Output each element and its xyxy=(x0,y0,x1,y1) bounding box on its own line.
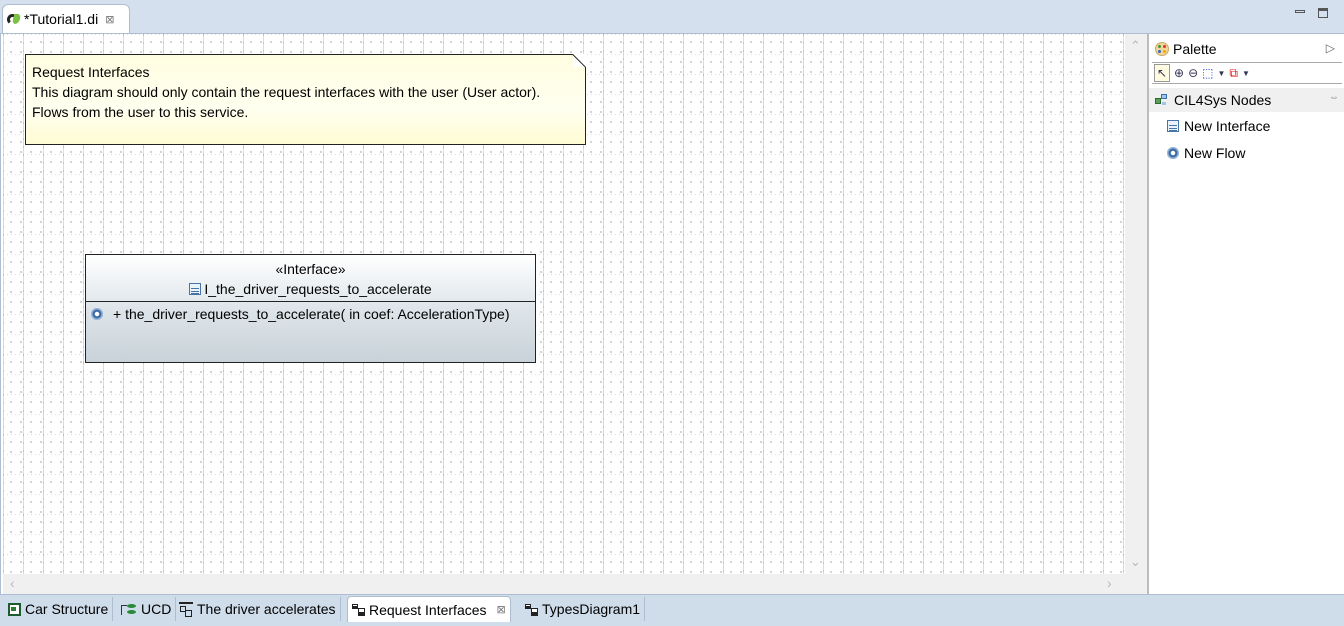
editor-tab-strip: *Tutorial1.di ⊠ xyxy=(0,0,1344,34)
tab-label: UCD xyxy=(141,601,172,617)
close-icon[interactable]: ⊠ xyxy=(105,13,114,26)
interface-name-row: I_the_driver_requests_to_accelerate xyxy=(86,279,535,299)
marquee-tool-icon[interactable]: ⬚ xyxy=(1202,66,1213,80)
activity-icon xyxy=(179,602,193,617)
note-line: Flows from the user to this service. xyxy=(32,104,249,120)
palette-toolbar: ↖ ⊕ ⊖ ⬚ ▼ ⧉ ▼ xyxy=(1152,62,1342,84)
tab-label: Car Structure xyxy=(25,601,109,617)
palette-drawer-cil4sys-nodes[interactable]: CIL4Sys Nodes ⇔ xyxy=(1149,88,1344,112)
select-tool-icon[interactable]: ↖ xyxy=(1154,64,1170,82)
palette-entry-new-interface[interactable]: New Interface xyxy=(1167,115,1270,137)
scroll-up-icon[interactable]: ⌃ xyxy=(1130,38,1141,54)
editor-tab-label: *Tutorial1.di xyxy=(24,11,99,27)
close-icon[interactable]: ⊠ xyxy=(497,603,506,616)
nodes-icon xyxy=(1155,93,1168,107)
interface-stereotype: «Interface» xyxy=(275,261,346,277)
minimize-icon xyxy=(1295,9,1305,13)
palette-panel: Palette ▷ ↖ ⊕ ⊖ ⬚ ▼ ⧉ ▼ CIL4Sys Nodes ⇔ … xyxy=(1147,34,1344,594)
editor-tab-tutorial1[interactable]: *Tutorial1.di ⊠ xyxy=(2,4,130,33)
pin-icon[interactable]: ⇔ xyxy=(1329,92,1339,103)
vertical-scrollbar[interactable]: ⌃ ⌄ xyxy=(1125,34,1147,574)
palette-entry-label: New Flow xyxy=(1184,145,1246,161)
tab-label: TypesDiagram1 xyxy=(542,601,641,617)
note-folded-corner xyxy=(573,54,586,67)
scroll-left-icon[interactable]: ‹ xyxy=(10,575,15,591)
use-case-icon xyxy=(121,603,137,616)
compartment-divider xyxy=(86,301,535,302)
tab-label: Request Interfaces xyxy=(369,601,487,618)
tab-car-structure[interactable]: Car Structure xyxy=(4,597,114,621)
class-diagram-icon xyxy=(525,603,538,616)
palette-entry-label: New Interface xyxy=(1184,118,1271,134)
editor-content: Request Interfaces This diagram should o… xyxy=(0,34,1344,594)
palette-icon xyxy=(1155,42,1169,56)
scroll-down-icon[interactable]: ⌄ xyxy=(1130,554,1141,570)
interface-name[interactable]: I_the_driver_requests_to_accelerate xyxy=(204,279,431,299)
diagram-tab-strip: Car Structure UCD The driver accelerates… xyxy=(0,594,1344,626)
palette-entry-new-flow[interactable]: New Flow xyxy=(1167,142,1245,164)
diagram-canvas[interactable]: Request Interfaces This diagram should o… xyxy=(3,34,1125,574)
palette-header: Palette ▷ xyxy=(1149,37,1344,61)
comment-note[interactable]: Request Interfaces This diagram should o… xyxy=(25,54,586,145)
papyrus-logo-icon xyxy=(7,13,21,25)
connection-tool-icon[interactable]: ⧉ xyxy=(1229,66,1238,81)
tab-typesdiagram1[interactable]: TypesDiagram1 xyxy=(521,597,646,621)
marquee-dropdown-icon[interactable]: ▼ xyxy=(1217,69,1225,78)
operation-row[interactable]: + the_driver_requests_to_accelerate( in … xyxy=(86,304,535,324)
zoom-in-icon[interactable]: ⊕ xyxy=(1174,66,1184,80)
tab-the-driver-accelerates[interactable]: The driver accelerates xyxy=(175,597,341,621)
zoom-out-icon[interactable]: ⊖ xyxy=(1188,66,1198,80)
class-diagram-icon xyxy=(352,603,365,616)
operation-signature: + the_driver_requests_to_accelerate( in … xyxy=(113,306,510,322)
interface-icon xyxy=(1167,120,1179,132)
minimize-button[interactable] xyxy=(1293,6,1307,20)
interface-icon xyxy=(189,283,202,295)
note-title: Request Interfaces xyxy=(32,64,150,80)
composite-structure-icon xyxy=(8,602,21,616)
connection-dropdown-icon[interactable]: ▼ xyxy=(1242,69,1250,78)
operation-icon xyxy=(91,308,103,320)
interface-node[interactable]: «Interface» I_the_driver_requests_to_acc… xyxy=(85,254,536,363)
scroll-right-icon[interactable]: › xyxy=(1107,575,1112,591)
tab-ucd[interactable]: UCD xyxy=(117,597,177,621)
maximize-icon xyxy=(1318,8,1328,18)
maximize-button[interactable] xyxy=(1316,6,1330,20)
tab-label: The driver accelerates xyxy=(197,601,336,617)
tab-request-interfaces[interactable]: Request Interfaces ⊠ xyxy=(347,596,511,622)
palette-title: Palette xyxy=(1173,41,1217,57)
gear-icon xyxy=(1167,147,1179,159)
note-line: This diagram should only contain the req… xyxy=(32,84,541,100)
drawer-title: CIL4Sys Nodes xyxy=(1174,92,1272,108)
palette-collapse-icon[interactable]: ▷ xyxy=(1326,41,1335,55)
horizontal-scrollbar[interactable]: ‹ › xyxy=(3,574,1147,594)
